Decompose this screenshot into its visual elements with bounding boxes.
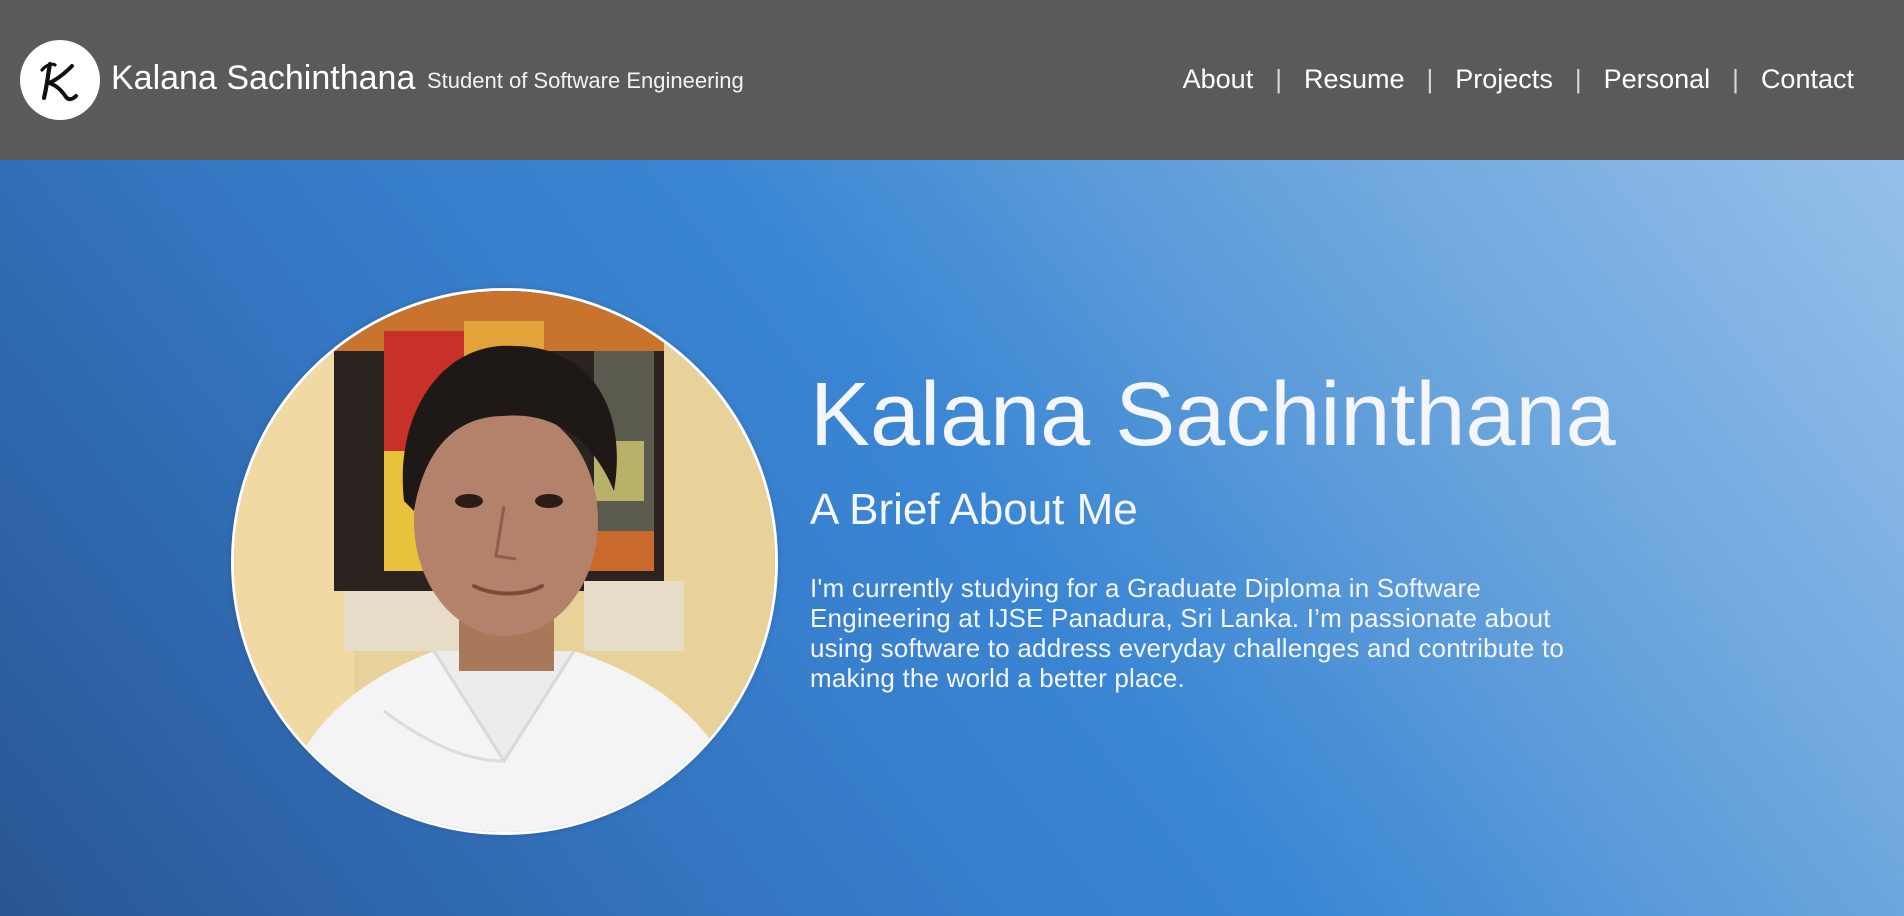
main-nav: About | Resume | Projects | Personal | C… — [1183, 60, 1854, 98]
nav-separator: | — [1574, 64, 1582, 94]
profile-photo-image — [234, 291, 775, 832]
nav-about-link[interactable]: About — [1183, 60, 1254, 98]
site-name[interactable]: Kalana Sachinthana — [111, 56, 415, 100]
logo-k-icon — [40, 61, 78, 102]
hero-title: Kalana Sachinthana — [810, 365, 1616, 465]
site-tagline: Student of Software Engineering — [427, 68, 744, 93]
hero-subtitle: A Brief About Me — [810, 485, 1138, 534]
nav-projects-link[interactable]: Projects — [1455, 60, 1553, 98]
nav-contact-link[interactable]: Contact — [1761, 60, 1854, 98]
nav-separator: | — [1275, 64, 1282, 94]
nav-separator: | — [1426, 64, 1434, 94]
page: Kalana Sachinthana Student of Software E… — [0, 0, 1904, 916]
nav-personal-link[interactable]: Personal — [1604, 60, 1711, 98]
hero-bio-text: I'm currently studying for a Graduate Di… — [810, 573, 1565, 693]
nav-separator: | — [1732, 64, 1739, 94]
site-header: Kalana Sachinthana Student of Software E… — [0, 0, 1904, 160]
profile-photo — [231, 288, 778, 835]
nav-resume-link[interactable]: Resume — [1304, 60, 1405, 98]
logo[interactable] — [20, 40, 100, 120]
